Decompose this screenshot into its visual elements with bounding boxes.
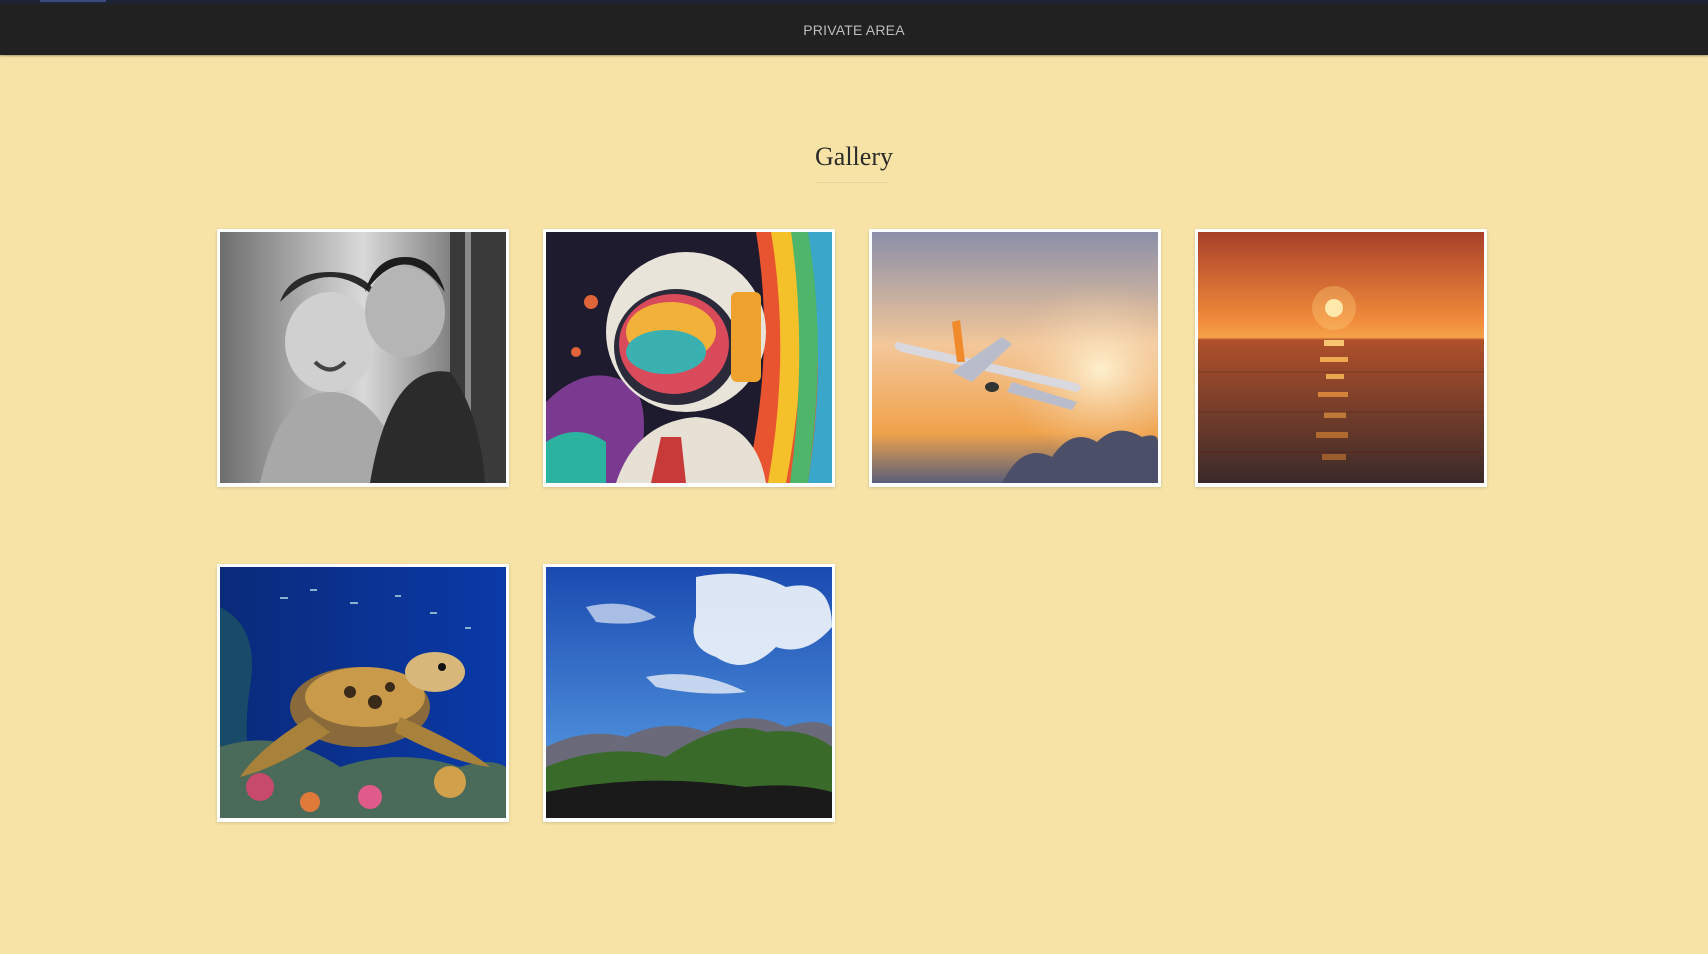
top-navbar: PRIVATE AREA bbox=[0, 0, 1708, 55]
photo-children-bw-icon bbox=[220, 232, 506, 483]
photo-sea-turtle-icon bbox=[220, 567, 506, 818]
photo-airplane-sunset-icon bbox=[872, 232, 1158, 483]
gallery-item-6[interactable] bbox=[543, 564, 835, 822]
gallery-title: Gallery bbox=[815, 142, 893, 171]
photo-astronaut-art-icon bbox=[546, 232, 832, 483]
title-underline bbox=[817, 182, 889, 183]
gallery-item-2[interactable] bbox=[543, 229, 835, 487]
gallery-item-1[interactable] bbox=[217, 229, 509, 487]
gallery-item-3[interactable] bbox=[869, 229, 1161, 487]
photo-sea-sunset-icon bbox=[1198, 232, 1484, 483]
navbar-brand-link[interactable]: PRIVATE AREA bbox=[0, 22, 1708, 38]
gallery-item-5[interactable] bbox=[217, 564, 509, 822]
navbar-accent bbox=[40, 0, 106, 2]
gallery-item-4[interactable] bbox=[1195, 229, 1487, 487]
photo-mountain-sky-icon bbox=[546, 567, 832, 818]
